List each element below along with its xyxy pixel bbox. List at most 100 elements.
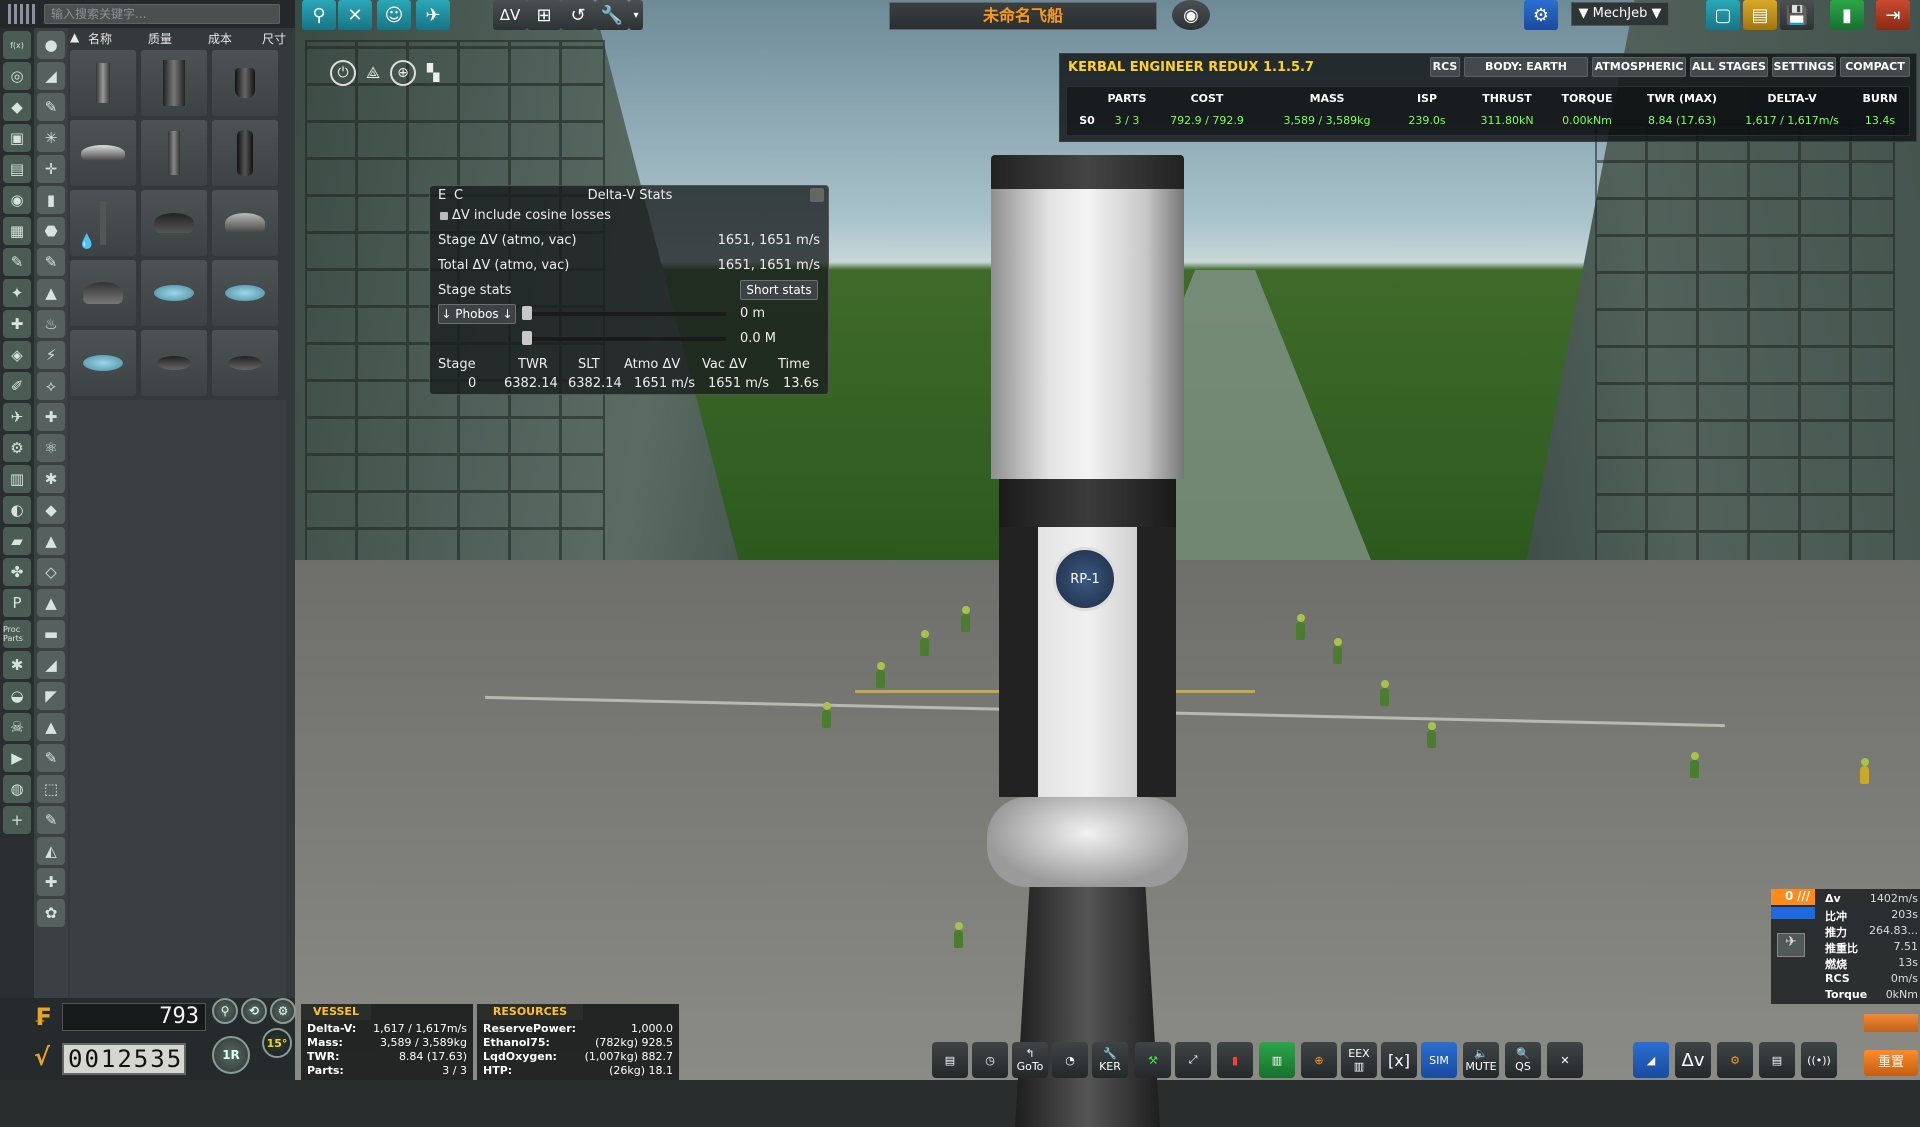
- dv-toolbar-button[interactable]: ΔV: [493, 0, 527, 30]
- launch-site-icon[interactable]: ◉: [1172, 0, 1210, 30]
- part-item[interactable]: [141, 190, 207, 256]
- subfilter-category-icon[interactable]: ⬣: [37, 217, 65, 245]
- filter-category-icon[interactable]: P: [3, 589, 31, 617]
- mechjeb-dropdown[interactable]: ▼ MechJeb ▼: [1571, 2, 1669, 26]
- altitude-slider[interactable]: [526, 312, 726, 316]
- sort-indicator-icon[interactable]: ▲: [70, 30, 79, 48]
- new-vessel-icon[interactable]: ▢: [1706, 0, 1740, 30]
- filter-category-icon[interactable]: ◐: [3, 496, 31, 524]
- filter-category-icon[interactable]: +: [3, 806, 31, 834]
- filter-category-icon[interactable]: ✱: [3, 651, 31, 679]
- filter-category-icon[interactable]: ✈: [3, 403, 31, 431]
- eex-button[interactable]: EEX ▥: [1341, 1042, 1377, 1078]
- search-input[interactable]: [44, 4, 280, 24]
- filter-category-icon[interactable]: ▥: [3, 465, 31, 493]
- filter-category-icon[interactable]: ✦: [3, 279, 31, 307]
- reset-button[interactable]: 重置: [1864, 1050, 1918, 1076]
- part-item[interactable]: [212, 260, 278, 326]
- angle-snap-icon[interactable]: ⟲: [241, 998, 267, 1024]
- subfilter-category-icon[interactable]: ✚: [37, 868, 65, 896]
- body-select-button[interactable]: ↓ Phobos ↓: [438, 304, 516, 324]
- subfilter-category-icon[interactable]: ✎: [37, 248, 65, 276]
- symmetry-grid-icon[interactable]: ⊞: [527, 0, 561, 30]
- subfilter-category-icon[interactable]: ●: [37, 31, 65, 59]
- part-item[interactable]: [212, 190, 278, 256]
- mechjeb-gear-icon[interactable]: ⚙: [1524, 0, 1558, 30]
- target-icon[interactable]: ⊕: [1301, 1042, 1337, 1078]
- sort-by-cost[interactable]: 成本: [208, 30, 232, 48]
- ker-tab-settings[interactable]: SETTINGS: [1772, 57, 1836, 77]
- root-icon[interactable]: ▚: [420, 60, 446, 86]
- sim-button[interactable]: SIM: [1421, 1042, 1457, 1078]
- filter-category-icon[interactable]: Proc Parts: [3, 620, 31, 648]
- crew-icon[interactable]: ☺: [377, 0, 411, 30]
- filter-category-icon[interactable]: ▣: [3, 124, 31, 152]
- sort-by-name[interactable]: 名称: [88, 30, 112, 48]
- subfilter-category-icon[interactable]: ✛: [37, 155, 65, 183]
- subfilter-category-icon[interactable]: ▲: [37, 527, 65, 555]
- filter-category-icon[interactable]: ▤: [3, 155, 31, 183]
- vessel-tab[interactable]: VESSEL: [301, 1004, 371, 1020]
- ker-tab-atmospheric[interactable]: ATMOSPHERIC: [1592, 57, 1686, 77]
- gauge-icon[interactable]: ◔: [1052, 1042, 1088, 1078]
- mach-slider[interactable]: [526, 337, 726, 341]
- filter-category-icon[interactable]: ◒: [3, 682, 31, 710]
- wrench-icon[interactable]: 🔧: [595, 0, 629, 30]
- filter-category-icon[interactable]: ◉: [3, 186, 31, 214]
- ker-tab-body[interactable]: BODY: EARTH: [1464, 57, 1588, 77]
- part-item[interactable]: [141, 50, 207, 116]
- filter-category-icon[interactable]: ✐: [3, 372, 31, 400]
- expand-icon[interactable]: ⤢: [1175, 1042, 1211, 1078]
- ker-tab-rcs[interactable]: RCS: [1430, 57, 1460, 77]
- place-icon[interactable]: ⏻: [330, 60, 356, 86]
- part-item[interactable]: 💧: [70, 190, 136, 256]
- subfilter-category-icon[interactable]: ⚛: [37, 434, 65, 462]
- filter-category-icon[interactable]: ☠: [3, 713, 31, 741]
- symmetry-icon[interactable]: ⚲: [212, 998, 238, 1024]
- part-item[interactable]: [70, 50, 136, 116]
- subfilter-category-icon[interactable]: ◢: [37, 651, 65, 679]
- filter-category-icon[interactable]: ◍: [3, 775, 31, 803]
- editor-extension-icon[interactable]: ◢: [1633, 1042, 1669, 1078]
- sort-by-mass[interactable]: 质量: [148, 30, 172, 48]
- rocket-vessel[interactable]: RP-1: [987, 155, 1188, 1127]
- subfilter-category-icon[interactable]: ✱: [37, 465, 65, 493]
- filter-category-icon[interactable]: ⚙: [3, 434, 31, 462]
- subfilter-category-icon[interactable]: ◭: [37, 837, 65, 865]
- mach-slider-thumb[interactable]: [522, 331, 532, 345]
- subfilter-category-icon[interactable]: ✚: [37, 403, 65, 431]
- undo-icon[interactable]: ↺: [561, 0, 595, 30]
- offset-icon[interactable]: ⟁: [360, 60, 386, 86]
- tools-green-icon[interactable]: ⚒: [1135, 1042, 1171, 1078]
- subfilter-category-icon[interactable]: ▬: [37, 620, 65, 648]
- filter-category-icon[interactable]: ▰: [3, 527, 31, 555]
- dv-bottom-button[interactable]: Δv: [1675, 1042, 1711, 1078]
- mute-button[interactable]: 🔈 MUTE: [1463, 1042, 1499, 1078]
- part-item[interactable]: [141, 120, 207, 186]
- exit-icon[interactable]: ⇥: [1876, 0, 1910, 30]
- tools-icon[interactable]: ✕: [338, 0, 372, 30]
- part-item[interactable]: [212, 120, 278, 186]
- resource-bars-icon[interactable]: ▥: [1259, 1042, 1295, 1078]
- filter-category-icon[interactable]: ◈: [3, 341, 31, 369]
- part-item[interactable]: [212, 50, 278, 116]
- aircraft-icon[interactable]: ✈: [416, 0, 450, 30]
- goto-button[interactable]: ↰ GoTo: [1012, 1042, 1048, 1078]
- rotate-icon[interactable]: ⊕: [390, 60, 416, 86]
- ker-tab-all-stages[interactable]: ALL STAGES: [1690, 57, 1768, 77]
- load-vessel-icon[interactable]: ▤: [1743, 0, 1777, 30]
- crossed-tools-icon[interactable]: ✕: [1547, 1042, 1583, 1078]
- cosine-losses-row[interactable]: ΔV include cosine losses: [438, 208, 820, 228]
- x-button[interactable]: [x]: [1381, 1042, 1417, 1078]
- filter-category-icon[interactable]: ✤: [3, 558, 31, 586]
- angle-snap-button[interactable]: 15°: [262, 1028, 292, 1058]
- vessel-name-field[interactable]: 未命名飞船: [889, 2, 1157, 30]
- save-vessel-icon[interactable]: 💾: [1780, 0, 1814, 30]
- subfilter-category-icon[interactable]: ⚡: [37, 341, 65, 369]
- subfilter-category-icon[interactable]: ✿: [37, 899, 65, 927]
- checklist-icon[interactable]: ▤: [1759, 1042, 1795, 1078]
- filter-category-icon[interactable]: f(x): [3, 31, 31, 59]
- dropdown-chevron-icon[interactable]: ▾: [629, 0, 643, 30]
- filter-category-icon[interactable]: ✚: [3, 310, 31, 338]
- short-stats-button[interactable]: Short stats: [740, 280, 818, 300]
